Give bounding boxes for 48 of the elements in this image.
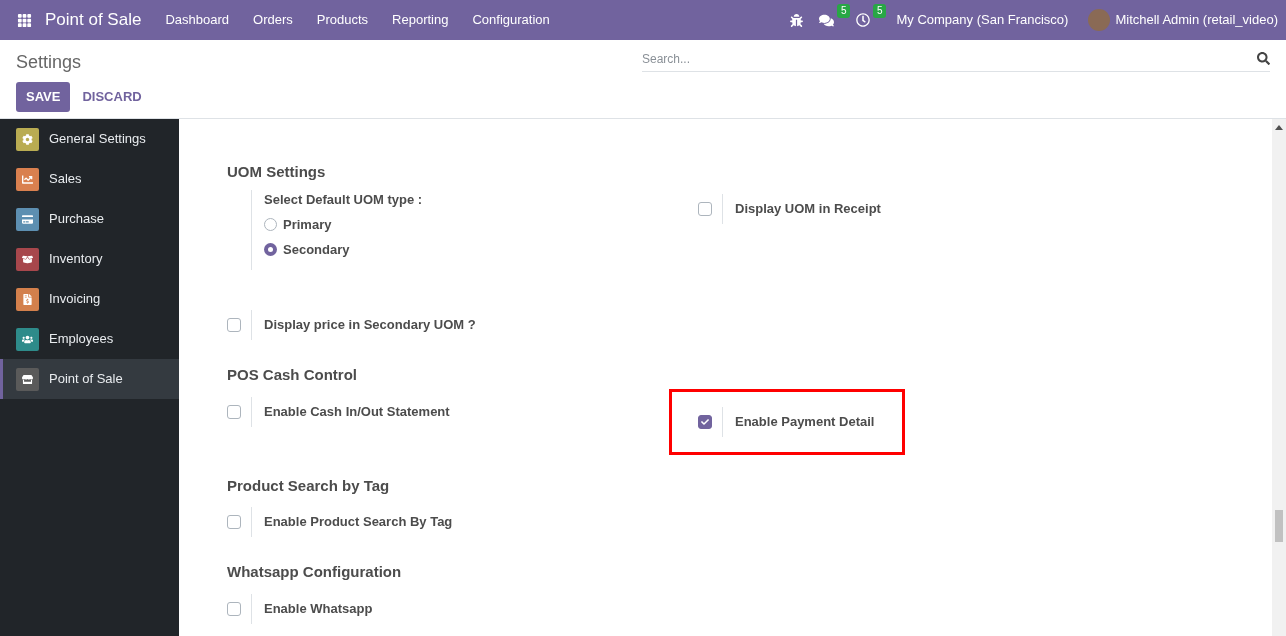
setting-label: Display UOM in Receipt	[735, 199, 881, 218]
sidebar-item[interactable]: Sales	[0, 159, 179, 199]
section-heading: POS Cash Control	[227, 365, 358, 385]
apps-menu-icon[interactable]	[17, 12, 32, 28]
radio-label: Secondary	[283, 240, 350, 259]
checkbox[interactable]	[698, 414, 712, 429]
radio-button[interactable]	[264, 218, 277, 231]
sidebar-item[interactable]: Inventory	[0, 239, 179, 279]
setting-label: Enable Payment Detail	[735, 412, 875, 431]
activity-count-badge: 5	[872, 4, 887, 18]
discard-button[interactable]: DISCARD	[72, 82, 152, 112]
check-icon	[701, 417, 709, 426]
search-icon[interactable]	[1257, 52, 1270, 65]
bug-icon[interactable]	[790, 13, 804, 27]
sidebar-item[interactable]: Purchase	[0, 199, 179, 239]
user-menu[interactable]: Mitchell Admin (retail_video)	[1115, 10, 1278, 30]
nav-menu-item[interactable]: Orders	[241, 10, 305, 30]
section-heading: UOM Settings	[227, 162, 327, 182]
checkbox[interactable]	[227, 318, 241, 332]
app-title[interactable]: Point of Sale	[45, 7, 142, 33]
section-heading: Whatsapp Configuration	[227, 562, 403, 582]
sidebar-item[interactable]: General Settings	[0, 119, 179, 159]
search-field[interactable]: Search...	[642, 49, 1257, 68]
page-title: Settings	[16, 51, 82, 74]
section-heading: Product Search by Tag	[227, 475, 391, 496]
nav-menu-item[interactable]: Reporting	[380, 10, 461, 30]
nav-menu-item[interactable]: Dashboard	[153, 10, 241, 30]
radio-label: Primary	[283, 215, 332, 234]
setting-label: Display price in Secondary UOM ?	[264, 316, 476, 335]
save-button[interactable]: SAVE	[16, 82, 71, 112]
company-switcher[interactable]: My Company (San Francisco)	[896, 10, 1069, 30]
checkbox[interactable]	[227, 601, 241, 616]
sidebar-item[interactable]: Invoicing	[0, 279, 179, 319]
setting-label: Enable Whatsapp	[264, 599, 373, 618]
message-count-badge: 5	[836, 3, 851, 18]
chat-icon[interactable]	[819, 12, 835, 28]
nav-menu-item[interactable]: Products	[304, 10, 381, 30]
sidebar-item[interactable]: Point of Sale	[0, 359, 179, 399]
checkbox[interactable]	[227, 515, 241, 529]
setting-label: Enable Product Search By Tag	[264, 513, 453, 532]
radio-button[interactable]	[264, 243, 277, 256]
nav-menu-item[interactable]: Configuration	[460, 10, 562, 30]
clock-icon[interactable]	[856, 13, 871, 27]
checkbox[interactable]	[698, 201, 712, 216]
checkbox[interactable]	[227, 404, 241, 419]
setting-label: Enable Cash In/Out Statement	[264, 402, 450, 421]
setting-label: Select Default UOM type :	[264, 190, 423, 209]
sidebar-item[interactable]: Employees	[0, 319, 179, 359]
